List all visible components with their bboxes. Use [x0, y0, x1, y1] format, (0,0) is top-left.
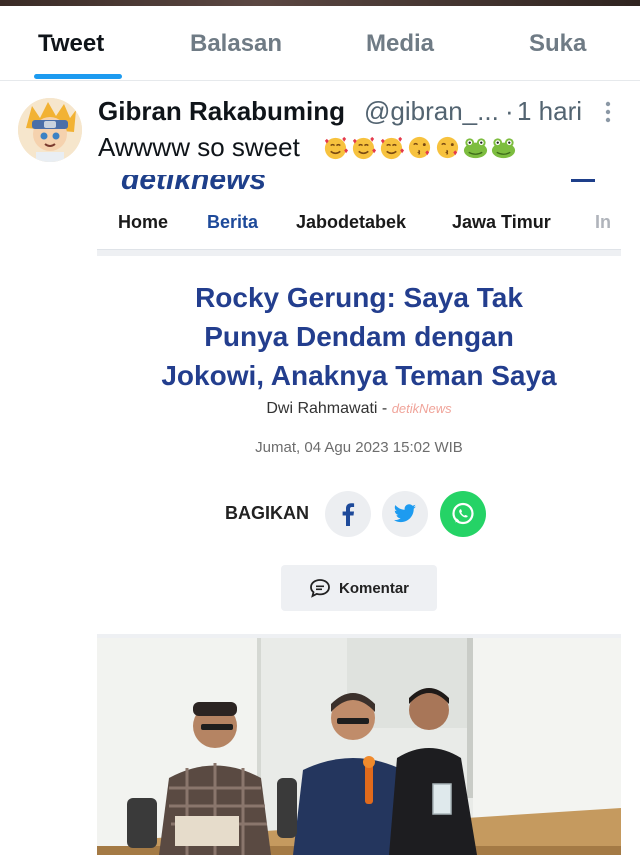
article-headline: Rocky Gerung: Saya Tak Punya Dendam deng… [97, 278, 621, 395]
nav-jawa-timur: Jawa Timur [452, 212, 551, 232]
tweet-timestamp[interactable]: 1 hari [517, 96, 582, 127]
avatar[interactable] [18, 98, 82, 162]
nav-jabodetabek: Jabodetabek [296, 212, 407, 232]
smiling-face-with-hearts-icon [352, 136, 377, 160]
active-tab-indicator [34, 74, 122, 79]
article-author: Dwi Rahmawati [266, 400, 378, 417]
face-blowing-kiss-icon [436, 136, 459, 159]
headline-line: Jokowi, Anaknya Teman Saya [161, 360, 557, 391]
article-photo [97, 638, 621, 855]
whatsapp-icon [452, 502, 474, 525]
tab-tweet[interactable]: Tweet [38, 30, 104, 58]
nav-overflow: In [595, 212, 611, 232]
article-byline: Dwi Rahmawati - detikNews [97, 400, 621, 418]
face-blowing-kiss-icon [408, 136, 431, 159]
twitter-share-button [382, 491, 428, 537]
smiling-face-with-hearts-icon [324, 136, 349, 160]
tab-media[interactable]: Media [366, 30, 434, 58]
tab-balasan[interactable]: Balasan [190, 30, 282, 58]
byline-separator: - [381, 400, 388, 417]
tweet-emojis [322, 134, 517, 162]
frog-icon [491, 138, 516, 159]
twitter-icon [394, 504, 416, 523]
article-source: detikNews [391, 401, 452, 416]
headline-line: Punya Dendam dengan [204, 321, 514, 352]
tweet-separator: · [505, 96, 514, 126]
more-options-icon[interactable] [602, 100, 614, 124]
profile-tabs: Tweet Balasan Media Suka [0, 6, 640, 81]
nav-home: Home [118, 212, 169, 232]
frog-icon [463, 138, 488, 159]
site-logo: detiknews [121, 175, 267, 196]
share-label: BAGIKAN [225, 503, 309, 523]
facebook-icon [342, 503, 355, 526]
whatsapp-share-button [440, 491, 486, 537]
tab-suka[interactable]: Suka [529, 30, 586, 58]
article-date: Jumat, 04 Agu 2023 15:02 WIB [255, 439, 463, 456]
tweet-author-handle[interactable]: @gibran_... [364, 96, 499, 127]
comment-button: Komentar [281, 565, 437, 611]
headline-line: Rocky Gerung: Saya Tak [195, 282, 523, 313]
comment-bubble-icon [310, 579, 330, 598]
comment-label: Komentar [338, 579, 409, 597]
article-body: Rocky Gerung: Saya Tak Punya Dendam deng… [97, 256, 621, 634]
facebook-share-button [325, 491, 371, 537]
smiling-face-with-hearts-icon [380, 136, 405, 160]
hamburger-menu-icon [569, 175, 597, 191]
tweet-author-name[interactable]: Gibran Rakabuming [98, 96, 345, 127]
nav-berita: Berita [207, 212, 259, 232]
article-site-header: detiknews Home Berita Jabodetabek Jawa T… [97, 175, 621, 250]
embedded-article-image[interactable]: detiknews Home Berita Jabodetabek Jawa T… [97, 175, 621, 855]
tweet-text: Awwww so sweet [98, 132, 300, 162]
avatar-image [18, 98, 82, 162]
